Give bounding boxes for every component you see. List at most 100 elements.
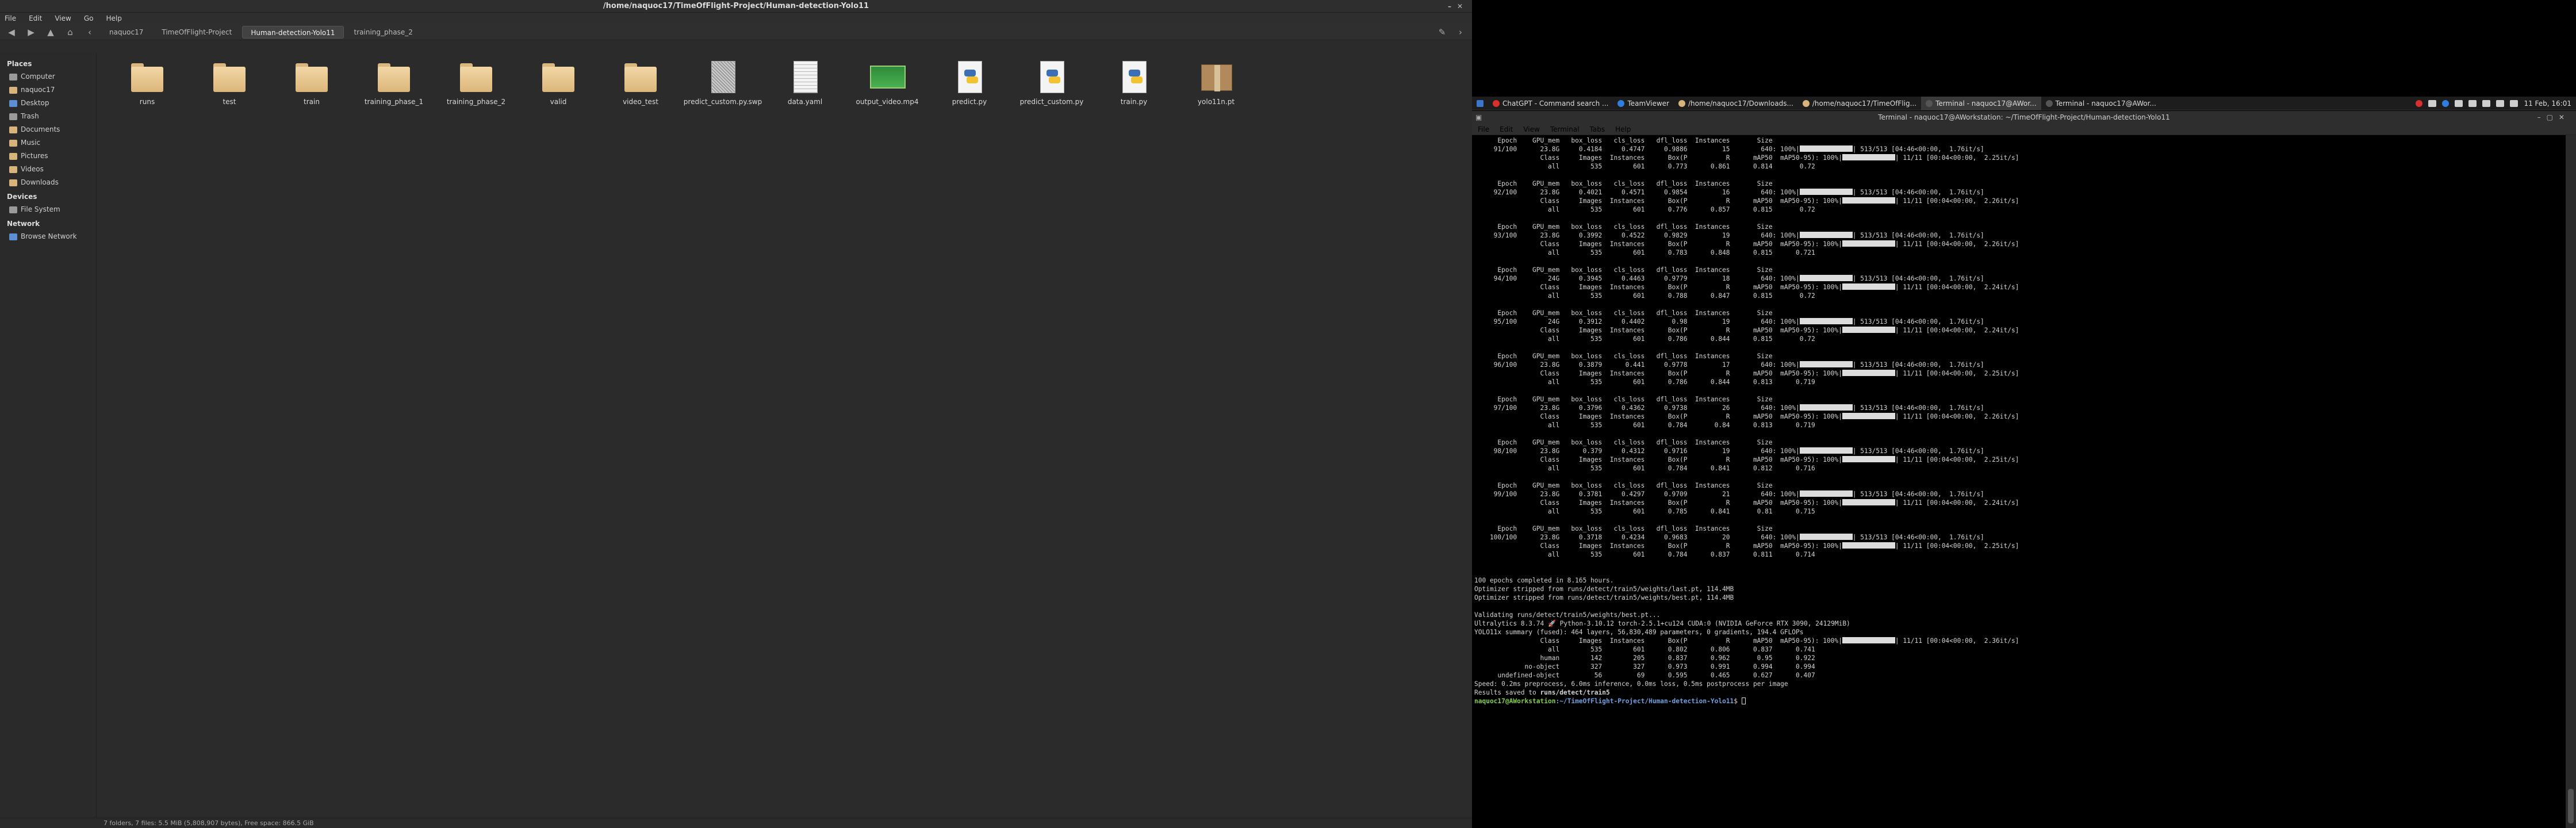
sidebar-item-label: Pictures bbox=[21, 152, 48, 160]
file-item[interactable]: data.yaml bbox=[765, 59, 845, 106]
summary-line bbox=[1474, 568, 2563, 576]
terminal-menu-tabs[interactable]: Tabs bbox=[1590, 125, 1605, 133]
taskbar-item[interactable]: ChatGPT - Command search ... bbox=[1488, 97, 1613, 110]
taskbar-item[interactable]: /home/naquoc17/TimeOfFlig... bbox=[1798, 97, 1921, 110]
terminal-titlebar[interactable]: ▣ Terminal - naquoc17@AWorkstation: ~/Ti… bbox=[1472, 111, 2576, 124]
sidebar-item-label: Desktop bbox=[21, 99, 49, 107]
terminal-output[interactable]: Epoch GPU_mem box_loss cls_loss dfl_loss… bbox=[1472, 135, 2566, 828]
sidebar-item-videos[interactable]: Videos bbox=[5, 163, 91, 176]
summary-line: Validating runs/detect/train5/weights/be… bbox=[1474, 611, 1661, 619]
file-item[interactable]: training_phase_2 bbox=[436, 59, 516, 106]
file-item[interactable]: predict_custom.py.swp bbox=[683, 59, 763, 106]
app-menu-icon[interactable] bbox=[1472, 97, 1488, 110]
app-icon bbox=[1926, 99, 1933, 107]
terminal-menu-help[interactable]: Help bbox=[1615, 125, 1631, 133]
progress-bar bbox=[1842, 542, 1895, 549]
folder-icon bbox=[540, 59, 577, 95]
scrollbar-thumb[interactable] bbox=[2568, 789, 2574, 823]
file-item[interactable]: valid bbox=[518, 59, 599, 106]
app-icon bbox=[1617, 99, 1625, 107]
progress-bar bbox=[1799, 404, 1853, 411]
clock[interactable]: 11 Feb, 16:01 bbox=[2524, 99, 2571, 108]
naquoc17-icon bbox=[9, 86, 17, 94]
sidebar-item-naquoc17[interactable]: naquoc17 bbox=[5, 83, 91, 97]
breadcrumb-item[interactable]: TimeOfFlight-Project bbox=[154, 26, 240, 39]
terminal-scrollbar[interactable] bbox=[2566, 135, 2576, 828]
menu-help[interactable]: Help bbox=[106, 14, 121, 22]
home-icon[interactable]: ⌂ bbox=[62, 26, 78, 39]
trash-icon bbox=[9, 113, 17, 120]
back-icon[interactable]: ◀ bbox=[3, 26, 20, 39]
taskbar-item[interactable]: Terminal - naquoc17@AWor... bbox=[2041, 97, 2161, 110]
epoch-row: 91/100 23.8G 0.4184 0.4747 0.9886 15 640… bbox=[1474, 145, 1984, 153]
sidebar-heading: Places bbox=[7, 60, 32, 68]
file-name: predict_custom.py bbox=[1019, 98, 1084, 106]
forward-icon[interactable]: ▶ bbox=[23, 26, 39, 39]
menu-view[interactable]: View bbox=[55, 14, 71, 22]
breadcrumb-item[interactable]: naquoc17 bbox=[101, 26, 151, 39]
breadcrumb-item[interactable]: Human-detection-Yolo11 bbox=[242, 25, 344, 39]
sidebar-item-pictures[interactable]: Pictures bbox=[5, 150, 91, 163]
sidebar-item-file-system[interactable]: File System bbox=[5, 203, 91, 216]
file-item[interactable]: output_video.mp4 bbox=[847, 59, 927, 106]
file-item[interactable]: training_phase_1 bbox=[354, 59, 434, 106]
sidebar-item-music[interactable]: Music bbox=[5, 136, 91, 150]
bluetooth-icon[interactable] bbox=[2468, 99, 2477, 107]
sidebar-item-desktop[interactable]: Desktop bbox=[5, 97, 91, 110]
breadcrumb: naquoc17 TimeOfFlight-Project Human-detect… bbox=[101, 25, 421, 39]
metrics-row: all 535 601 0.788 0.847 0.815 0.72 bbox=[1474, 292, 1815, 300]
file-item[interactable]: train.py bbox=[1094, 59, 1174, 106]
sidebar-item-browse-network[interactable]: Browse Network bbox=[5, 230, 91, 243]
notification-icon[interactable] bbox=[2428, 99, 2437, 107]
network-icon[interactable] bbox=[2455, 99, 2463, 107]
file-item[interactable]: test bbox=[189, 59, 270, 106]
metrics-row: all 535 601 0.773 0.861 0.814 0.72 bbox=[1474, 163, 1815, 170]
power-icon[interactable] bbox=[2510, 99, 2518, 107]
file-item[interactable]: predict_custom.py bbox=[1011, 59, 1092, 106]
record-icon[interactable] bbox=[2416, 99, 2423, 107]
window-controls[interactable]: –✕ bbox=[1448, 0, 1469, 13]
progress-bar bbox=[1799, 189, 1853, 195]
chevron-right-icon[interactable]: › bbox=[1452, 26, 1469, 39]
taskbar-item-label: TeamViewer bbox=[1627, 99, 1669, 108]
up-icon[interactable]: ▲ bbox=[43, 26, 59, 39]
file-item[interactable]: runs bbox=[107, 59, 187, 106]
terminal-menu-terminal[interactable]: Terminal bbox=[1550, 125, 1580, 133]
sidebar-item-label: Music bbox=[21, 139, 41, 147]
file-name: predict_custom.py.swp bbox=[683, 98, 762, 106]
volume-icon[interactable] bbox=[2482, 99, 2491, 107]
file-item[interactable]: video_test bbox=[600, 59, 681, 106]
terminal-menu-view[interactable]: View bbox=[1523, 125, 1539, 133]
progress-bar bbox=[1799, 232, 1853, 238]
taskbar-item[interactable]: Terminal - naquoc17@AWor... bbox=[1921, 96, 2041, 110]
chevron-left-icon[interactable]: ‹ bbox=[82, 26, 98, 39]
summary-line: 100 epochs completed in 8.165 hours. bbox=[1474, 577, 1614, 584]
file-item[interactable]: yolo11n.pt bbox=[1176, 59, 1256, 106]
sidebar-item-trash[interactable]: Trash bbox=[5, 110, 91, 123]
teamviewer-tray-icon[interactable] bbox=[2442, 99, 2450, 107]
file-grid: runs test train training_phase_1 training_ph… bbox=[98, 53, 1472, 818]
sidebar-item-documents[interactable]: Documents bbox=[5, 123, 91, 136]
breadcrumb-item[interactable]: training_phase_2 bbox=[346, 26, 421, 39]
menu-go[interactable]: Go bbox=[84, 14, 94, 22]
class-header: Class Images Instances Box(P R mAP50 mAP… bbox=[1474, 327, 2019, 334]
file-item[interactable]: predict.py bbox=[929, 59, 1010, 106]
edit-location-icon[interactable]: ✎ bbox=[1434, 26, 1450, 39]
taskbar-item[interactable]: TeamViewer bbox=[1613, 97, 1674, 110]
sidebar-item-computer[interactable]: Computer bbox=[5, 70, 91, 83]
desktop-icon bbox=[9, 99, 17, 107]
video-icon bbox=[869, 59, 906, 95]
sidebar-item-downloads[interactable]: Downloads bbox=[5, 176, 91, 189]
terminal-window-controls[interactable]: –▢✕ bbox=[2537, 111, 2570, 124]
file-item[interactable]: train bbox=[271, 59, 352, 106]
terminal-window-menu-icon[interactable]: ▣ bbox=[1475, 111, 1482, 124]
window-titlebar[interactable]: /home/naquoc17/TimeOfFlight-Project/Huma… bbox=[0, 0, 1472, 13]
menu-edit[interactable]: Edit bbox=[29, 14, 42, 22]
terminal-menu-file[interactable]: File bbox=[1478, 125, 1489, 133]
terminal-menu-edit[interactable]: Edit bbox=[1500, 125, 1513, 133]
taskbar-item[interactable]: /home/naquoc17/Downloads... bbox=[1674, 97, 1798, 110]
progress-bar bbox=[1842, 327, 1895, 333]
battery-icon[interactable] bbox=[2496, 99, 2505, 107]
menu-file[interactable]: File bbox=[5, 14, 16, 22]
